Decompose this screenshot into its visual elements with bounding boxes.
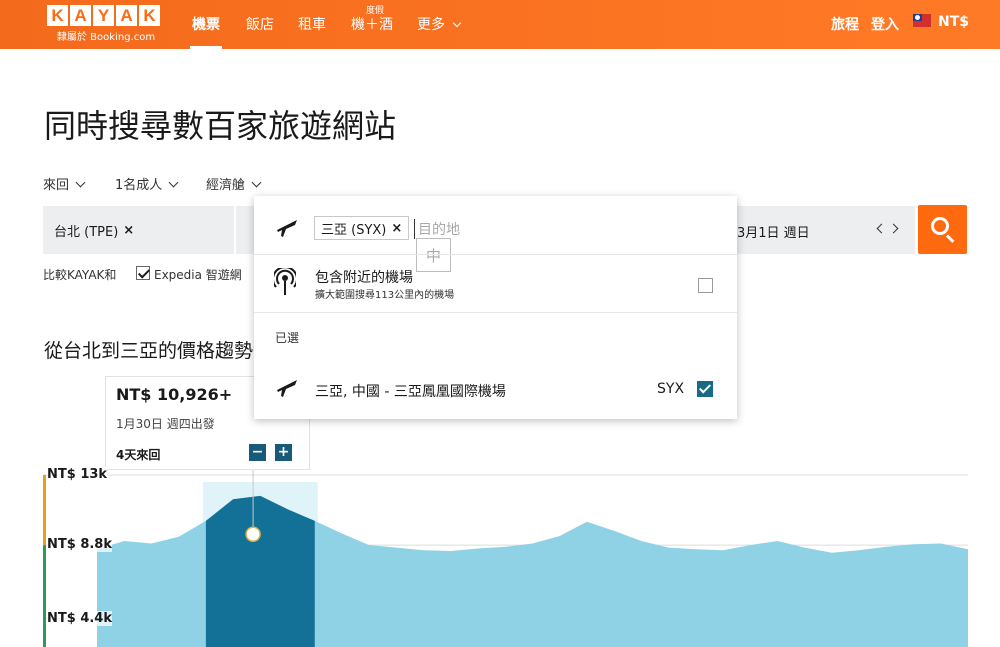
- logo-letter: A: [116, 5, 137, 26]
- airplane-icon: [277, 220, 297, 237]
- ime-indicator: 中: [416, 238, 451, 272]
- include-nearby-checkbox[interactable]: [698, 278, 713, 293]
- nav-flights[interactable]: 機票: [190, 14, 222, 49]
- close-icon[interactable]: ×: [123, 223, 134, 238]
- increase-days-button[interactable]: +: [275, 444, 292, 461]
- compare-label: 比較KAYAK和: [43, 268, 117, 282]
- price-trend-chart[interactable]: NT$ 13k NT$ 8.8k NT$ 4.4k: [0, 467, 1000, 647]
- price-chart-svg: [43, 470, 968, 647]
- y-tick-label: NT$ 8.8k: [47, 537, 112, 553]
- decrease-days-button[interactable]: −: [249, 444, 266, 461]
- kayak-logo[interactable]: K A Y A K: [47, 5, 160, 26]
- chevron-down-icon: [453, 18, 462, 28]
- nav-hotels[interactable]: 飯店: [246, 14, 274, 34]
- selected-range-area: [205, 495, 315, 647]
- logo-letter: A: [70, 5, 91, 26]
- nav-cars[interactable]: 租車: [298, 14, 326, 34]
- logo-letter: K: [139, 5, 160, 26]
- nav-more[interactable]: 更多: [417, 14, 462, 34]
- taiwan-flag-icon[interactable]: [913, 14, 931, 27]
- include-nearby-sublabel: 擴大範圍搜尋113公里內的機場: [315, 290, 455, 301]
- logo-subtitle: 隸屬於 Booking.com: [57, 32, 156, 43]
- travelers-label: 1名成人: [115, 178, 163, 193]
- origin-chip-label: 台北 (TPE): [54, 225, 119, 240]
- departure-date: 1月30日 週四出發: [116, 417, 215, 431]
- date-text: 3月1日 週日: [737, 226, 810, 241]
- close-icon[interactable]: ×: [391, 221, 402, 236]
- page-title: 同時搜尋數百家旅遊網站: [44, 107, 397, 145]
- chevron-down-icon: [75, 177, 86, 188]
- swap-button[interactable]: [236, 206, 254, 254]
- trip-length: 4天來回: [116, 448, 161, 462]
- search-button[interactable]: [918, 205, 967, 254]
- nav-packages[interactable]: 機＋酒: [351, 14, 393, 34]
- cabin-dropdown[interactable]: 經濟艙: [206, 174, 262, 193]
- airplane-icon: [277, 380, 297, 397]
- chevron-down-icon: [251, 177, 262, 188]
- destination-chip-label: 三亞 (SYX): [321, 222, 387, 238]
- date-field[interactable]: 3月1日 週日: [737, 206, 915, 254]
- price-value: NT$ 10,926+: [116, 385, 233, 404]
- selected-airport-code: SYX: [657, 381, 685, 397]
- nav-trips[interactable]: 旅程: [831, 14, 859, 34]
- divider: [254, 312, 737, 313]
- axis-band-low: [43, 545, 46, 647]
- y-tick-label: NT$ 4.4k: [47, 610, 112, 626]
- nav-more-label: 更多: [417, 17, 445, 33]
- destination-chip[interactable]: 三亞 (SYX) ×: [314, 216, 410, 240]
- origin-field[interactable]: 台北 (TPE) ×: [43, 206, 234, 254]
- compare-provider[interactable]: Expedia 智遊網: [154, 266, 242, 283]
- selected-airport-name[interactable]: 三亞, 中國 - 三亞鳳凰國際機場: [315, 381, 506, 401]
- divider: [254, 254, 737, 255]
- nav-login[interactable]: 登入: [871, 14, 899, 34]
- travelers-dropdown[interactable]: 1名成人: [115, 174, 179, 193]
- destination-input[interactable]: 目的地: [414, 219, 460, 239]
- trip-type-label: 來回: [43, 178, 70, 193]
- currency-selector[interactable]: NT$: [938, 14, 969, 30]
- compare-checkbox[interactable]: [136, 266, 150, 280]
- selected-price-marker: [245, 526, 261, 542]
- y-tick-label: NT$ 13k: [47, 467, 108, 483]
- cabin-label: 經濟艙: [206, 178, 246, 193]
- nearby-airports-icon: [274, 268, 296, 295]
- chevron-left-icon[interactable]: [876, 223, 887, 234]
- axis-band-high: [43, 475, 46, 546]
- origin-chip[interactable]: 台北 (TPE) ×: [54, 221, 134, 240]
- selected-header: 已選: [275, 331, 300, 345]
- logo-letter: Y: [93, 5, 114, 26]
- search-icon-handle: [945, 234, 955, 243]
- trip-type-dropdown[interactable]: 來回: [43, 174, 86, 193]
- destination-dropdown-panel: 三亞 (SYX) × 目的地 中 包含附近的機場 擴大範圍搜尋113公里內的機場…: [254, 196, 737, 419]
- search-icon: [931, 217, 949, 235]
- price-trend-title: 從台北到三亞的價格趨勢: [44, 340, 254, 362]
- logo-letter: K: [47, 5, 68, 26]
- selected-airport-checkbox[interactable]: [697, 381, 713, 397]
- chevron-right-icon[interactable]: [888, 223, 899, 234]
- include-nearby-label: 包含附近的機場: [315, 270, 413, 286]
- chevron-down-icon: [168, 177, 179, 188]
- top-header: K A Y A K 隸屬於 Booking.com 機票 飯店 租車 度假 機＋…: [0, 0, 1000, 49]
